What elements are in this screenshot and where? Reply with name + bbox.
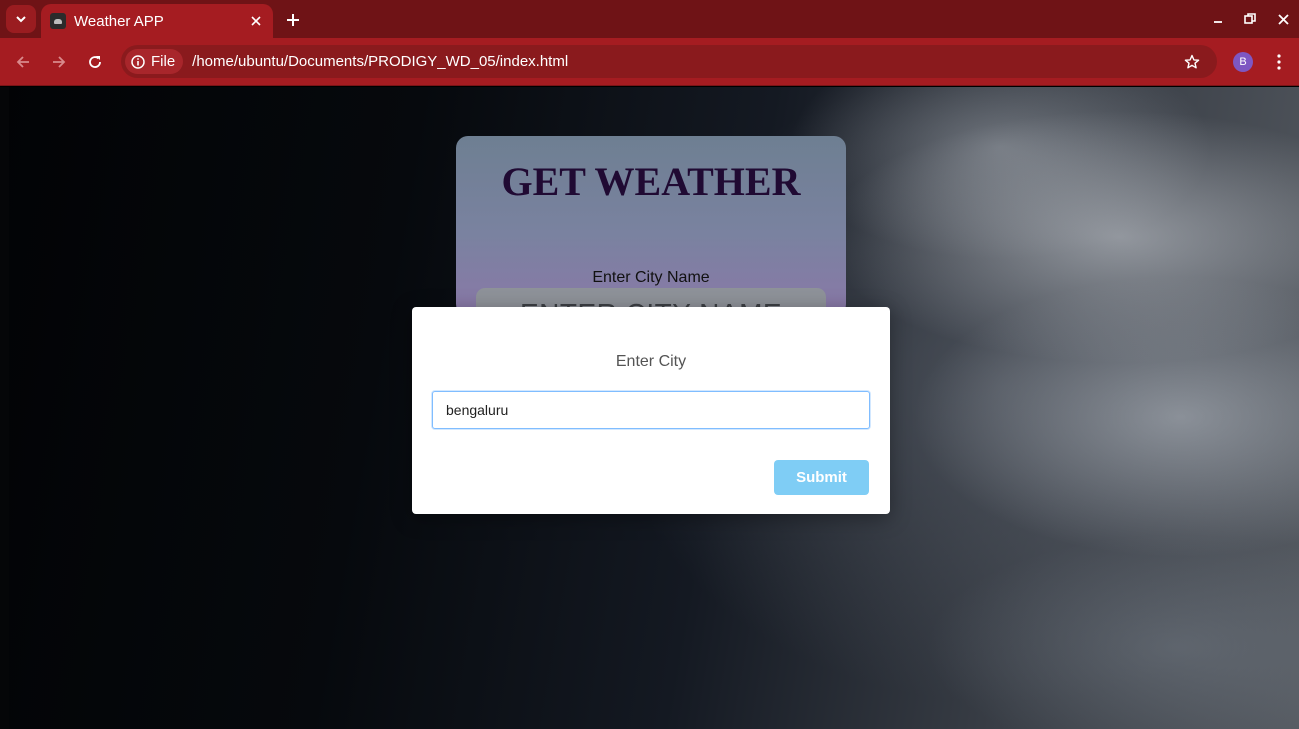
weather-card: GET WEATHER Enter City Name ENTER CITY N… bbox=[456, 136, 846, 340]
address-bar[interactable]: File /home/ubuntu/Documents/PRODIGY_WD_0… bbox=[121, 45, 1217, 78]
star-icon bbox=[1184, 54, 1200, 69]
new-tab-button[interactable] bbox=[281, 8, 305, 32]
back-button[interactable] bbox=[11, 50, 35, 74]
plus-icon bbox=[287, 14, 299, 26]
page-viewport: GET WEATHER Enter City Name ENTER CITY N… bbox=[0, 87, 1299, 729]
modal-city-input[interactable] bbox=[432, 391, 870, 429]
page-favicon-icon bbox=[50, 13, 66, 29]
arrow-left-icon bbox=[16, 56, 29, 68]
info-icon bbox=[131, 54, 145, 69]
site-info-chip[interactable]: File bbox=[125, 49, 184, 74]
forward-button[interactable] bbox=[47, 50, 71, 74]
tab-strip: Weather APP bbox=[0, 0, 1299, 38]
submit-button[interactable]: Submit bbox=[774, 460, 869, 495]
arrow-right-icon bbox=[53, 56, 66, 68]
tab-search-button[interactable] bbox=[6, 5, 36, 33]
page-title: GET WEATHER bbox=[501, 159, 801, 204]
modal-title: Enter City bbox=[615, 353, 687, 370]
close-icon bbox=[1277, 13, 1289, 25]
page-left-edge bbox=[0, 87, 9, 729]
site-chip-label: File bbox=[151, 53, 176, 70]
tab-close-button[interactable] bbox=[244, 9, 268, 33]
browser-toolbar: File /home/ubuntu/Documents/PRODIGY_WD_0… bbox=[0, 38, 1299, 86]
reload-icon bbox=[89, 56, 101, 68]
url-text[interactable]: /home/ubuntu/Documents/PRODIGY_WD_05/ind… bbox=[192, 53, 568, 70]
bookmark-button[interactable] bbox=[1181, 51, 1203, 73]
city-name-label: Enter City Name bbox=[592, 269, 710, 286]
enter-city-modal: Enter City Submit bbox=[412, 307, 890, 514]
more-vertical-icon bbox=[1277, 54, 1281, 70]
browser-menu-button[interactable] bbox=[1268, 50, 1290, 74]
reload-button[interactable] bbox=[83, 50, 107, 74]
chevron-down-icon bbox=[16, 16, 26, 23]
minimize-button[interactable] bbox=[1207, 8, 1229, 30]
restore-icon bbox=[1244, 13, 1256, 24]
close-window-button[interactable] bbox=[1272, 8, 1294, 30]
tab-title: Weather APP bbox=[74, 12, 164, 30]
restore-button[interactable] bbox=[1239, 8, 1261, 30]
profile-avatar[interactable]: B bbox=[1233, 52, 1253, 72]
active-tab[interactable]: Weather APP bbox=[41, 4, 273, 38]
close-icon bbox=[251, 16, 261, 26]
minimize-icon bbox=[1214, 21, 1222, 23]
